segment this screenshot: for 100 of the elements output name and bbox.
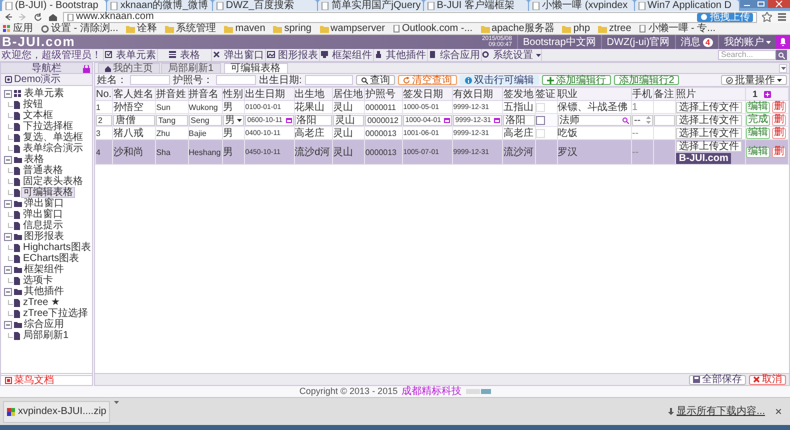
input-field[interactable]: 洛阳 bbox=[294, 114, 332, 126]
filter-button[interactable]: 查询 bbox=[356, 75, 395, 85]
tree-item[interactable]: 局部刷新1 bbox=[21, 330, 71, 341]
nav-menu-item[interactable]: 表单元素 bbox=[104, 49, 158, 61]
collapse-icon[interactable] bbox=[4, 200, 12, 208]
address-bar[interactable]: www.xknaan.com 拖拽上传 bbox=[63, 12, 757, 22]
input-field[interactable]: 0000012 bbox=[365, 114, 402, 126]
browser-tab[interactable]: (B-JUI) - Bootstrap bbox=[2, 0, 106, 11]
company-link[interactable]: 成都精标科技 bbox=[402, 384, 462, 399]
lookup-field[interactable]: 法师 bbox=[558, 114, 631, 126]
nav-menu-item[interactable]: 综合应用 bbox=[428, 49, 482, 61]
tree-item[interactable]: 选项卡 bbox=[21, 275, 55, 286]
tree-item[interactable]: 复选、单选框 bbox=[21, 132, 85, 143]
select-field[interactable]: 男 bbox=[223, 114, 244, 126]
tree-item[interactable]: zTree ★ bbox=[21, 297, 62, 308]
nav-menu-item[interactable]: 表格 bbox=[158, 49, 212, 61]
delete-button[interactable]: 删 bbox=[772, 146, 786, 158]
delete-button[interactable]: 删 bbox=[772, 114, 786, 126]
bookmark[interactable]: Outlook.com -... bbox=[392, 23, 473, 34]
download-item[interactable]: xvpindex-BJUI....zip bbox=[3, 400, 110, 422]
filter-button[interactable]: 添加编辑行 bbox=[542, 75, 611, 85]
input-field[interactable]: Seng bbox=[188, 114, 222, 126]
tab-menu-button[interactable] bbox=[779, 64, 787, 72]
collapse-icon[interactable] bbox=[4, 232, 12, 240]
tree-item[interactable]: 弹出窗口 bbox=[21, 209, 65, 220]
edit-button[interactable]: 编辑 bbox=[746, 128, 770, 138]
bookmark[interactable]: 诠释 bbox=[126, 23, 158, 34]
nav-menu-item[interactable]: 系统设置 bbox=[482, 49, 542, 61]
browser-tab[interactable]: Win7 Application D bbox=[634, 0, 739, 11]
tree-item[interactable]: zTree下拉选择 bbox=[21, 308, 90, 319]
sidebar-title: 导航栏 bbox=[32, 62, 62, 74]
tree-item[interactable]: 表单综合演示 bbox=[21, 143, 85, 154]
nav-menu-item[interactable]: 其他插件 bbox=[374, 49, 428, 61]
file-upload-button[interactable]: 选择上传文件 bbox=[676, 128, 742, 138]
input-field[interactable]: 洛阳 bbox=[503, 114, 535, 126]
input-field[interactable]: 2 bbox=[96, 114, 112, 126]
nav-menu-item[interactable]: 框架组件 bbox=[320, 49, 374, 61]
tree-item[interactable]: 固定表头表格 bbox=[21, 176, 85, 187]
tree-item[interactable]: 按钮 bbox=[21, 99, 45, 110]
tree-item[interactable]: Highcharts图表 bbox=[21, 242, 93, 253]
tree-folder[interactable]: 其他插件 bbox=[24, 284, 64, 299]
filter-button[interactable]: 清空查询 bbox=[398, 75, 457, 85]
input-field[interactable]: 灵山 bbox=[332, 114, 364, 126]
delete-button[interactable]: 删 bbox=[772, 128, 786, 138]
save-all-button[interactable]: 全部保存 bbox=[689, 374, 746, 384]
bookmark[interactable]: 小懒一嗶 - 专... bbox=[639, 23, 716, 34]
tree-item[interactable]: 可编辑表格 bbox=[21, 187, 75, 198]
tree-folder[interactable]: 图形报表 bbox=[24, 229, 64, 244]
upload-button[interactable]: 拖拽上传 bbox=[697, 12, 753, 22]
filter-button[interactable]: 双击行可编辑 bbox=[460, 75, 539, 85]
nav-menu-item[interactable]: 图形报表 bbox=[266, 49, 320, 61]
bookmark[interactable]: 设置 - 清除浏... bbox=[41, 23, 118, 34]
edit-button[interactable]: 编辑 bbox=[746, 102, 770, 112]
bookmark[interactable]: apache服务器 bbox=[480, 23, 554, 34]
show-all-downloads-link[interactable]: 显示所有下载内容... bbox=[676, 404, 765, 419]
input-field[interactable] bbox=[216, 75, 256, 85]
page-tab[interactable]: 我的主页 bbox=[98, 63, 160, 73]
file-upload-button[interactable]: 选择上传文件 bbox=[676, 140, 742, 152]
documentation-link[interactable]: 菜鸟文档 bbox=[14, 373, 54, 388]
bookmark[interactable]: spring bbox=[273, 23, 312, 34]
accordion-header[interactable]: Demo演示 bbox=[1, 74, 92, 86]
tree-item[interactable]: 信息提示 bbox=[21, 220, 65, 231]
file-upload-button[interactable]: 选择上传文件 bbox=[676, 114, 742, 126]
browser-tab[interactable]: xknaan的微博_微博 bbox=[107, 0, 212, 11]
file-upload-button[interactable]: 选择上传文件 bbox=[676, 102, 742, 112]
tree-item[interactable]: 下拉选择框 bbox=[21, 121, 75, 132]
close-icon[interactable] bbox=[776, 409, 781, 414]
batch-actions-button[interactable]: 批量操作 bbox=[721, 75, 787, 85]
collapse-icon[interactable] bbox=[4, 288, 12, 296]
search-button[interactable] bbox=[776, 50, 787, 60]
input-field[interactable] bbox=[130, 75, 170, 85]
edit-button[interactable]: 完成 bbox=[746, 114, 770, 126]
collapse-icon[interactable] bbox=[4, 320, 12, 328]
cancel-button[interactable]: 取消 bbox=[749, 374, 786, 384]
browser-tab[interactable]: 小懒一嗶 (xvpindex bbox=[529, 0, 634, 11]
notification-button[interactable] bbox=[776, 35, 790, 49]
bookmark[interactable]: ztree bbox=[598, 23, 632, 34]
input-field[interactable]: 唐僧 bbox=[113, 114, 156, 126]
bookmark[interactable]: php bbox=[562, 23, 590, 34]
bookmark[interactable]: wampserver bbox=[320, 23, 385, 34]
search-field[interactable]: Search... bbox=[718, 50, 776, 60]
folder-icon bbox=[14, 233, 22, 240]
nav-menu-item[interactable]: 弹出窗口 bbox=[212, 49, 266, 61]
collapse-icon[interactable] bbox=[4, 90, 12, 98]
delete-button[interactable]: 删 bbox=[772, 102, 786, 112]
input-field[interactable]: Tang bbox=[156, 114, 188, 126]
add-row-icon[interactable] bbox=[764, 90, 772, 98]
collapse-icon[interactable] bbox=[4, 156, 12, 164]
page-tab[interactable]: 局部刷新1 bbox=[161, 63, 221, 73]
bookmark[interactable]: maven bbox=[224, 23, 266, 34]
tree-item[interactable]: 普通表格 bbox=[21, 165, 65, 176]
tree-item[interactable]: ECharts图表 bbox=[21, 253, 82, 264]
page-tab[interactable]: 可编辑表格 bbox=[224, 63, 288, 73]
edit-button[interactable]: 编辑 bbox=[746, 146, 770, 158]
textarea-field[interactable] bbox=[654, 114, 675, 126]
input-field[interactable] bbox=[304, 75, 353, 85]
filter-button[interactable]: 添加编辑行2 bbox=[614, 75, 680, 85]
tree-item[interactable]: 文本框 bbox=[21, 110, 55, 121]
collapse-icon[interactable] bbox=[4, 266, 12, 274]
number-field[interactable]: -- bbox=[632, 114, 653, 126]
